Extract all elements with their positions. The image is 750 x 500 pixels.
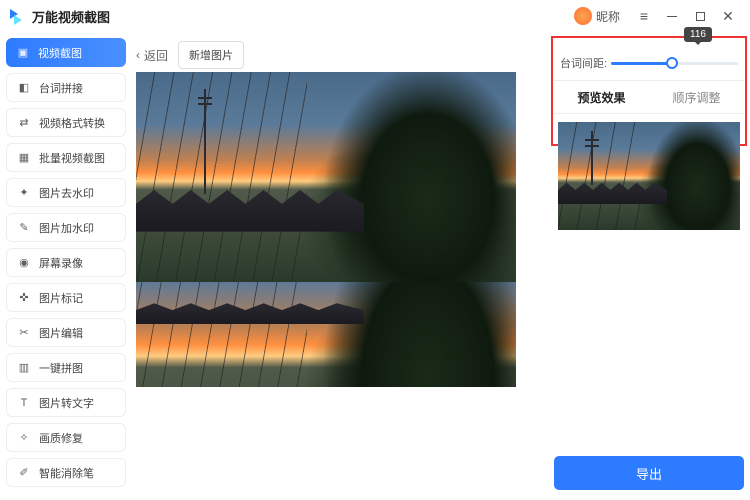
spacing-slider-row: 116 台词间距: [554, 38, 744, 80]
add-watermark-icon: ✎ [17, 221, 31, 235]
mark-icon: ✜ [17, 291, 31, 305]
sidebar-item-screen-record[interactable]: ◉ 屏幕录像 [6, 248, 126, 277]
back-label: 返回 [144, 47, 168, 64]
sidebar-item-one-click-puzzle[interactable]: ▥ 一键拼图 [6, 353, 126, 382]
sidebar-item-label: 图片转文字 [39, 395, 94, 411]
title-bar: 万能视频截图 昵称 ≡ ✕ [0, 0, 750, 32]
preview-thumbnail[interactable] [558, 122, 740, 230]
stacked-frame[interactable] [136, 72, 516, 282]
menu-button[interactable]: ≡ [630, 2, 658, 30]
close-button[interactable]: ✕ [714, 2, 742, 30]
main-panel: ‹ 返回 新增图片 [132, 38, 548, 494]
sidebar-item-video-screenshot[interactable]: ▣ 视频截图 [6, 38, 126, 67]
spacing-slider[interactable] [611, 62, 738, 65]
video-cut-icon: ▣ [16, 46, 30, 60]
maximize-button[interactable] [686, 2, 714, 30]
enhance-icon: ✧ [17, 431, 31, 445]
app-title: 万能视频截图 [32, 7, 110, 26]
sidebar-item-label: 图片去水印 [39, 185, 94, 201]
minimize-icon [667, 16, 677, 17]
user-chip[interactable]: 昵称 [574, 7, 620, 25]
add-image-button[interactable]: 新增图片 [178, 41, 244, 69]
spacing-label: 台词间距: [560, 55, 607, 71]
sidebar: ▣ 视频截图 ◧ 台词拼接 ⇄ 视频格式转换 ▦ 批量视频截图 ✦ 图片去水印 ✎ 图片加水… [6, 38, 126, 494]
sidebar-item-quality-repair[interactable]: ✧ 画质修复 [6, 423, 126, 452]
edit-icon: ✂ [17, 326, 31, 340]
back-button[interactable]: ‹ 返回 [136, 47, 168, 64]
right-tabs: 预览效果 顺序调整 [554, 80, 744, 114]
preview-area [554, 114, 744, 238]
app-logo-icon [8, 7, 26, 25]
sidebar-item-label: 视频格式转换 [39, 115, 105, 131]
chevron-left-icon: ‹ [136, 48, 140, 62]
convert-icon: ⇄ [17, 116, 31, 130]
avatar-icon [574, 7, 592, 25]
sidebar-item-subtitle-splice[interactable]: ◧ 台词拼接 [6, 73, 126, 102]
sidebar-item-image-to-text[interactable]: T 图片转文字 [6, 388, 126, 417]
sidebar-item-remove-watermark[interactable]: ✦ 图片去水印 [6, 178, 126, 207]
sidebar-item-label: 视频截图 [38, 45, 82, 61]
sidebar-item-format-convert[interactable]: ⇄ 视频格式转换 [6, 108, 126, 137]
sidebar-item-add-watermark[interactable]: ✎ 图片加水印 [6, 213, 126, 242]
export-button[interactable]: 导出 [554, 456, 744, 490]
sidebar-item-label: 屏幕录像 [39, 255, 83, 271]
sidebar-item-label: 图片标记 [39, 290, 83, 306]
remove-watermark-icon: ✦ [17, 186, 31, 200]
record-icon: ◉ [17, 256, 31, 270]
nickname-label: 昵称 [596, 8, 620, 25]
sidebar-item-image-mark[interactable]: ✜ 图片标记 [6, 283, 126, 312]
sidebar-item-batch-screenshot[interactable]: ▦ 批量视频截图 [6, 143, 126, 172]
sidebar-item-label: 批量视频截图 [39, 150, 105, 166]
ocr-icon: T [17, 396, 31, 410]
erase-icon: ✐ [17, 466, 31, 480]
sidebar-item-label: 图片加水印 [39, 220, 94, 236]
sidebar-item-label: 图片编辑 [39, 325, 83, 341]
sidebar-item-smart-eraser[interactable]: ✐ 智能消除笔 [6, 458, 126, 487]
splice-icon: ◧ [17, 81, 31, 95]
right-panel: 116 台词间距: 预览效果 顺序调整 导出 [554, 38, 744, 494]
sidebar-item-label: 画质修复 [39, 430, 83, 446]
sidebar-item-image-edit[interactable]: ✂ 图片编辑 [6, 318, 126, 347]
sidebar-item-label: 台词拼接 [39, 80, 83, 96]
slider-thumb[interactable] [666, 57, 678, 69]
canvas-area [132, 72, 548, 494]
sidebar-item-label: 一键拼图 [39, 360, 83, 376]
batch-icon: ▦ [17, 151, 31, 165]
tab-preview[interactable]: 预览效果 [554, 81, 649, 113]
slider-value-tooltip: 116 [684, 27, 712, 42]
sidebar-item-label: 智能消除笔 [39, 465, 94, 481]
puzzle-icon: ▥ [17, 361, 31, 375]
minimize-button[interactable] [658, 2, 686, 30]
image-stack[interactable] [136, 72, 516, 387]
maximize-icon [696, 12, 705, 21]
stacked-frame[interactable] [136, 282, 516, 387]
tab-order[interactable]: 顺序调整 [649, 81, 744, 113]
